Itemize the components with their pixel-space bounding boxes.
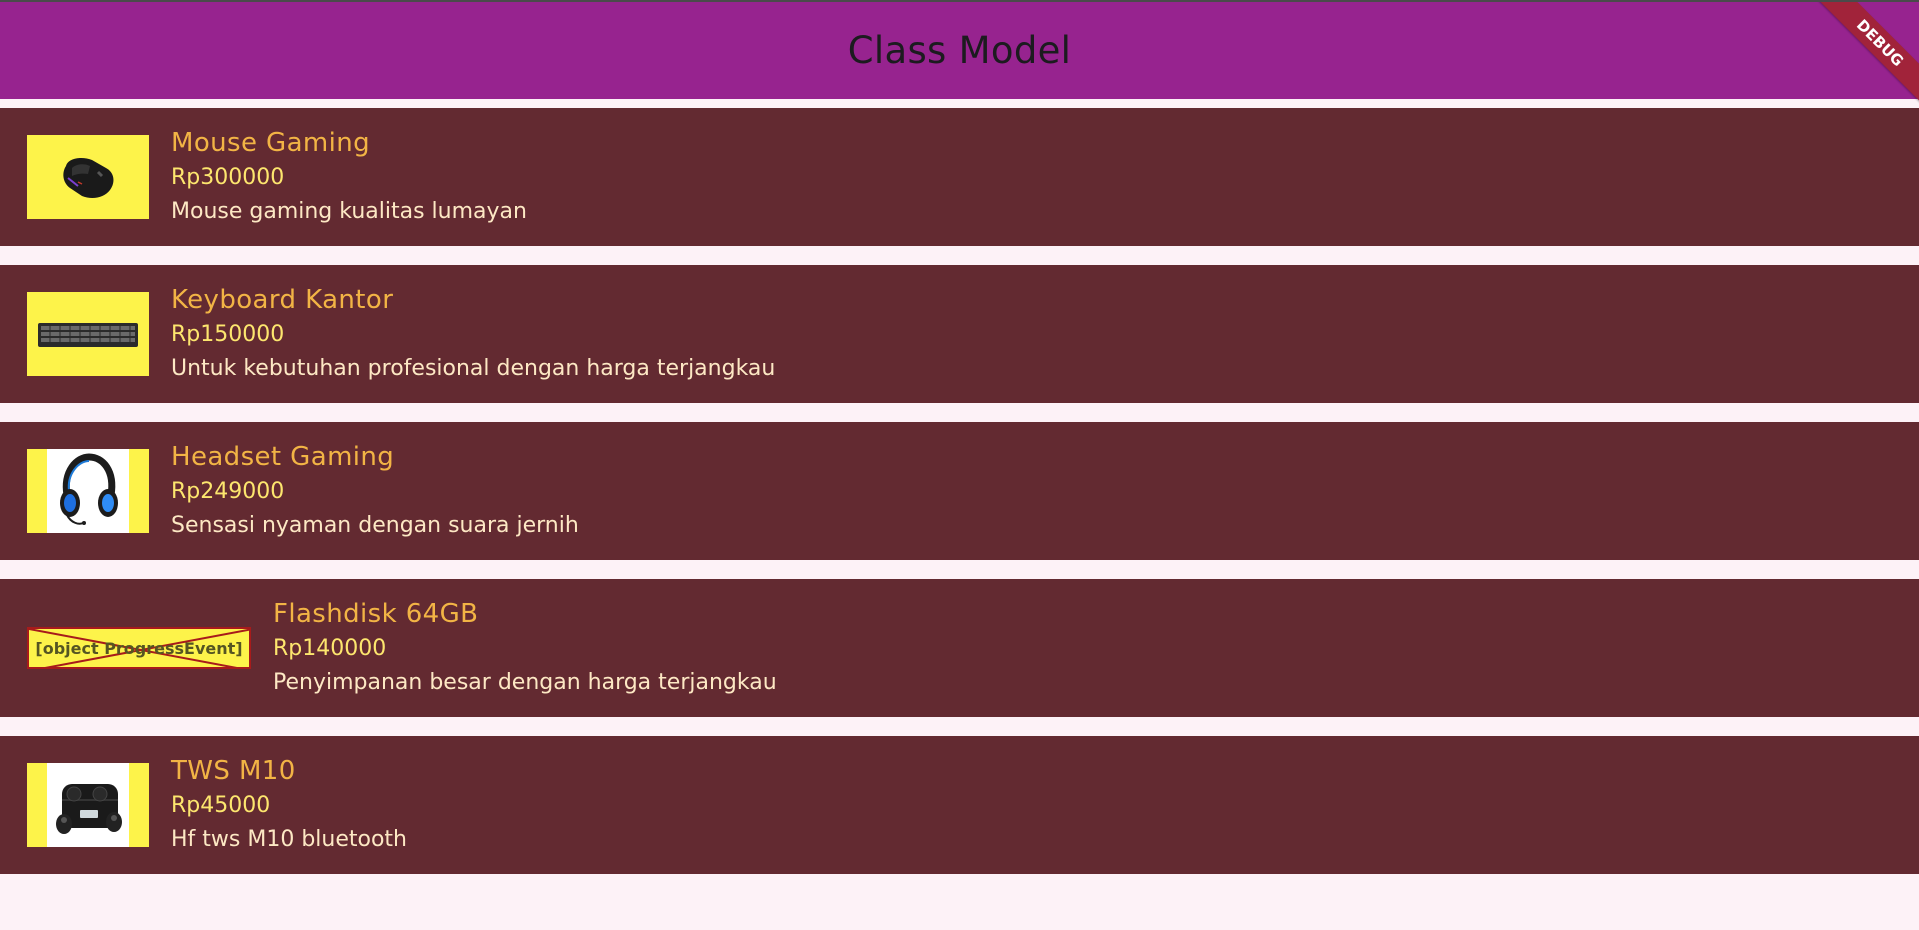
product-thumbnail [27, 135, 149, 219]
image-error-placeholder: [object ProgressEvent] [27, 627, 251, 669]
product-name: Flashdisk 64GB [273, 598, 479, 629]
product-info: TWS M10 Rp45000 Hf tws M10 bluetooth [171, 754, 407, 857]
product-price: Rp249000 [171, 478, 285, 504]
keyboard-image-icon [33, 292, 143, 376]
product-price: Rp150000 [171, 321, 285, 347]
debug-banner: DEBUG [1809, 2, 1919, 112]
product-thumbnail [27, 449, 149, 533]
product-description: Mouse gaming kualitas lumayan [171, 198, 527, 224]
product-description: Sensasi nyaman dengan suara jernih [171, 512, 579, 538]
product-thumbnail [27, 292, 149, 376]
product-info: Keyboard Kantor Rp150000 Untuk kebutuhan… [171, 283, 775, 386]
product-list[interactable]: Mouse Gaming Rp300000 Mouse gaming kuali… [0, 108, 1919, 893]
app-bar: Class Model DEBUG [0, 2, 1919, 106]
product-description: Hf tws M10 bluetooth [171, 826, 407, 852]
product-card[interactable]: TWS M10 Rp45000 Hf tws M10 bluetooth [0, 736, 1919, 874]
product-name: Headset Gaming [171, 441, 395, 472]
headset-image-icon [47, 449, 129, 533]
product-price: Rp140000 [273, 635, 387, 661]
page-title: Class Model [847, 29, 1072, 72]
product-name: Keyboard Kantor [171, 284, 394, 315]
product-card[interactable]: Keyboard Kantor Rp150000 Untuk kebutuhan… [0, 265, 1919, 403]
product-name: Mouse Gaming [171, 127, 371, 158]
product-price: Rp45000 [171, 792, 271, 818]
product-card[interactable]: Mouse Gaming Rp300000 Mouse gaming kuali… [0, 108, 1919, 246]
product-info: Headset Gaming Rp249000 Sensasi nyaman d… [171, 440, 579, 543]
product-info: Flashdisk 64GB Rp140000 Penyimpanan besa… [273, 597, 777, 700]
product-name: TWS M10 [171, 755, 296, 786]
debug-label: DEBUG [1817, 2, 1919, 106]
product-thumbnail [27, 763, 149, 847]
product-description: Untuk kebutuhan profesional dengan harga… [171, 355, 776, 381]
earbuds-image-icon [47, 763, 129, 847]
app-window: Class Model DEBUG Mouse Gaming Rp300000 … [0, 0, 1919, 930]
mouse-image-icon [47, 135, 129, 219]
product-card[interactable]: Headset Gaming Rp249000 Sensasi nyaman d… [0, 422, 1919, 560]
product-card[interactable]: [object ProgressEvent] Flashdisk 64GB Rp… [0, 579, 1919, 717]
product-price: Rp300000 [171, 164, 285, 190]
image-error-text: [object ProgressEvent] [35, 638, 243, 658]
product-info: Mouse Gaming Rp300000 Mouse gaming kuali… [171, 126, 527, 229]
product-description: Penyimpanan besar dengan harga terjangka… [273, 669, 777, 695]
